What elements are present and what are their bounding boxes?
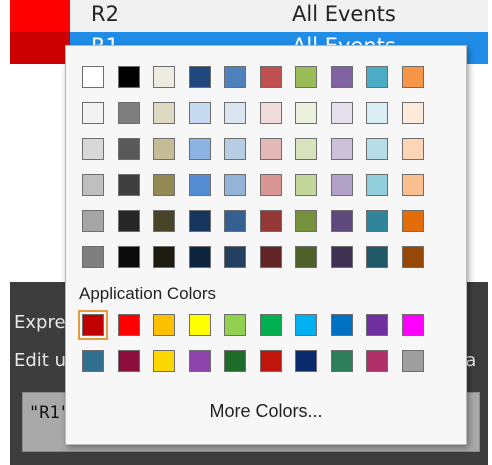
row-color-swatch [10, 32, 70, 64]
color-swatch[interactable] [295, 246, 317, 268]
color-swatch[interactable] [188, 246, 211, 268]
color-swatch[interactable] [366, 102, 388, 124]
color-swatch[interactable] [117, 314, 140, 336]
color-swatch[interactable] [117, 138, 140, 160]
color-swatch[interactable] [401, 174, 424, 196]
color-swatch[interactable] [224, 174, 246, 196]
expression-editor: R2 All Events R1 All Events Expre Edit u… [10, 0, 488, 465]
color-swatch[interactable] [153, 174, 175, 196]
color-swatch[interactable] [188, 102, 211, 124]
color-swatch[interactable] [330, 246, 353, 268]
color-swatch[interactable] [117, 210, 140, 232]
color-swatch[interactable] [295, 174, 317, 196]
color-swatch[interactable] [117, 174, 140, 196]
color-swatch[interactable] [153, 314, 175, 336]
color-swatch[interactable] [117, 66, 140, 88]
application-colors-grid [78, 310, 424, 372]
color-picker-popup: Application Colors More Colors... [65, 45, 467, 445]
color-swatch[interactable] [82, 350, 104, 372]
color-swatch[interactable] [366, 66, 388, 88]
color-swatch[interactable] [82, 246, 104, 268]
color-swatch[interactable] [330, 174, 353, 196]
color-swatch[interactable] [401, 66, 424, 88]
color-swatch[interactable] [366, 138, 388, 160]
color-swatch[interactable] [401, 314, 424, 336]
color-swatch[interactable] [330, 66, 353, 88]
color-swatch[interactable] [366, 174, 388, 196]
color-swatch[interactable] [82, 138, 104, 160]
application-colors-label: Application Colors [79, 284, 217, 303]
color-swatch[interactable] [401, 246, 424, 268]
color-swatch[interactable] [224, 314, 246, 336]
color-swatch[interactable] [259, 66, 282, 88]
color-swatch[interactable] [330, 138, 353, 160]
color-swatch[interactable] [330, 102, 353, 124]
color-swatch[interactable] [153, 66, 175, 88]
color-swatch[interactable] [259, 174, 282, 196]
color-swatch[interactable] [224, 102, 246, 124]
color-swatch[interactable] [153, 102, 175, 124]
color-swatch[interactable] [330, 210, 353, 232]
color-swatch-selected[interactable] [78, 310, 108, 340]
color-swatch[interactable] [117, 102, 140, 124]
theme-colors-grid [82, 66, 424, 268]
expression-value: "R1" [29, 403, 70, 423]
color-swatch[interactable] [366, 350, 388, 372]
table-row[interactable]: R2 All Events [10, 0, 488, 32]
color-swatch[interactable] [295, 210, 317, 232]
color-swatch[interactable] [224, 210, 246, 232]
color-swatch[interactable] [188, 174, 211, 196]
color-swatch[interactable] [224, 66, 246, 88]
color-swatch[interactable] [82, 66, 104, 88]
row-name: R2 [91, 2, 119, 26]
color-swatch[interactable] [366, 246, 388, 268]
color-swatch[interactable] [188, 138, 211, 160]
color-swatch[interactable] [259, 350, 282, 372]
edit-hint-label: Edit u [14, 350, 66, 371]
color-swatch[interactable] [224, 138, 246, 160]
color-swatch[interactable] [188, 210, 211, 232]
color-swatch[interactable] [401, 350, 424, 372]
color-swatch[interactable] [82, 174, 104, 196]
color-swatch[interactable] [188, 350, 211, 372]
row-type: All Events [292, 2, 396, 26]
color-swatch[interactable] [295, 102, 317, 124]
color-swatch[interactable] [188, 314, 211, 336]
color-swatch[interactable] [401, 138, 424, 160]
color-swatch[interactable] [259, 246, 282, 268]
color-swatch[interactable] [401, 210, 424, 232]
color-swatch[interactable] [82, 210, 104, 232]
color-swatch[interactable] [366, 314, 388, 336]
color-swatch[interactable] [259, 102, 282, 124]
color-swatch[interactable] [224, 246, 246, 268]
color-swatch[interactable] [259, 314, 282, 336]
color-swatch[interactable] [330, 350, 353, 372]
color-swatch[interactable] [224, 350, 246, 372]
color-swatch[interactable] [366, 210, 388, 232]
color-swatch[interactable] [330, 314, 353, 336]
color-swatch[interactable] [295, 314, 317, 336]
color-swatch[interactable] [153, 350, 175, 372]
color-swatch[interactable] [153, 138, 175, 160]
color-swatch[interactable] [295, 138, 317, 160]
color-swatch[interactable] [401, 102, 424, 124]
color-swatch[interactable] [295, 350, 317, 372]
color-swatch[interactable] [117, 350, 140, 372]
row-color-swatch [10, 0, 70, 32]
expression-label: Expre [14, 312, 66, 333]
color-swatch[interactable] [153, 246, 175, 268]
color-swatch[interactable] [188, 66, 211, 88]
color-swatch[interactable] [259, 210, 282, 232]
color-swatch[interactable] [259, 138, 282, 160]
color-swatch[interactable] [117, 246, 140, 268]
color-swatch[interactable] [82, 102, 104, 124]
more-colors-button[interactable]: More Colors... [66, 401, 466, 422]
color-swatch[interactable] [295, 66, 317, 88]
color-swatch[interactable] [153, 210, 175, 232]
